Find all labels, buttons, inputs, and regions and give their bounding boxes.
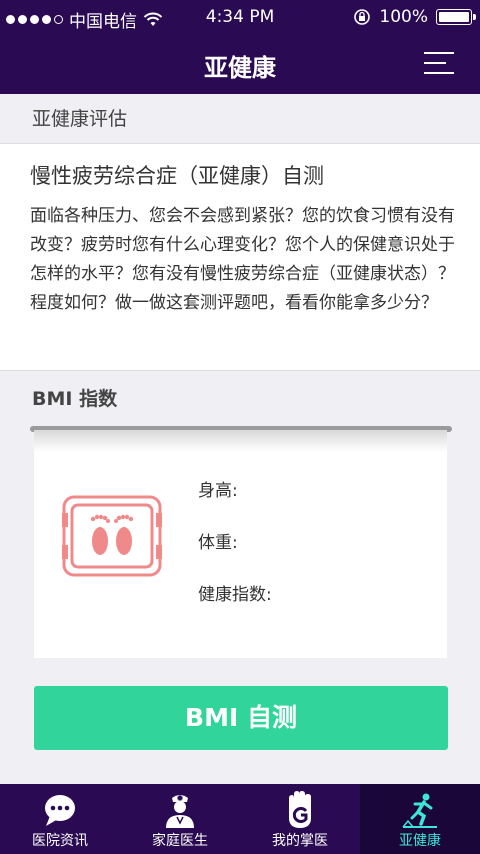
assessment-card[interactable]: 慢性疲劳综合症（亚健康）自测 面临各种压力、您会不会感到紧张？您的饮食习惯有没有… (0, 144, 480, 370)
battery-icon (436, 9, 476, 25)
status-bar: 中国电信 4:34 PM 100% (0, 0, 480, 36)
status-right: 100% (353, 7, 476, 27)
tab-label: 医院资讯 (32, 833, 88, 849)
menu-icon (424, 52, 454, 54)
chat-bubble-icon (45, 795, 75, 826)
assessment-description: 面临各种压力、您会不会感到紧张？您的饮食习惯有没有改变？疲劳时您有什么心理变化？… (30, 206, 455, 313)
bmi-test-button[interactable]: BMI 自测 (34, 686, 448, 750)
bmi-section-header: BMI 指数 (0, 370, 480, 426)
health-index-label: 健康指数: (198, 585, 272, 605)
tab-label: 我的掌医 (272, 833, 328, 849)
tab-label: 家庭医生 (152, 833, 208, 849)
rotation-lock-icon (354, 9, 371, 25)
running-icon (402, 793, 437, 828)
height-label: 身高: (198, 481, 238, 501)
doctor-icon (166, 795, 194, 828)
battery-percent: 100% (379, 7, 428, 27)
assessment-section-header: 亚健康评估 (0, 94, 480, 144)
tab-sub-health[interactable]: 亚健康 (360, 784, 480, 854)
tab-hospital-news[interactable]: 医院资讯 (0, 784, 120, 854)
hand-g-icon (289, 791, 311, 828)
receipt-edge (34, 650, 447, 656)
menu-button[interactable] (424, 50, 454, 76)
bottom-tab-bar: 医院资讯 家庭医生 我的掌医 亚健康 (0, 784, 480, 854)
assessment-title: 慢性疲劳综合症（亚健康）自测 (30, 164, 324, 188)
nav-header: 亚健康 (0, 36, 480, 94)
tab-my-palm-doctor[interactable]: 我的掌医 (240, 784, 360, 854)
scale-feet-icon (62, 495, 162, 577)
tab-label: 亚健康 (399, 833, 441, 849)
weight-label: 体重: (198, 533, 238, 553)
page-title: 亚健康 (204, 54, 276, 82)
tab-family-doctor[interactable]: 家庭医生 (120, 784, 240, 854)
